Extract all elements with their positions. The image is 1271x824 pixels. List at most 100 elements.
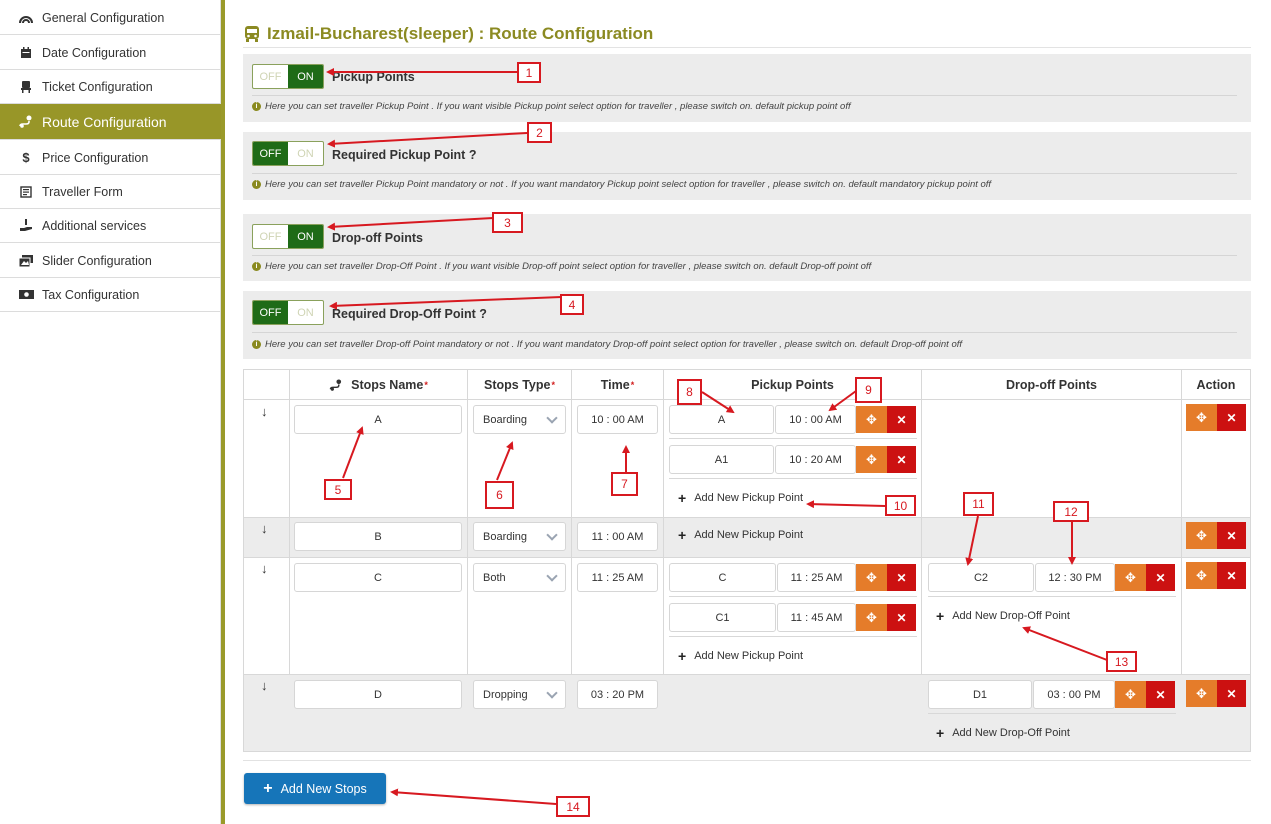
pickup-time-input[interactable]: 11 : 45 AM [777,603,856,632]
sidebar-item-general-configuration[interactable]: General Configuration [0,1,221,35]
move-down-icon[interactable]: ↓ [261,521,268,536]
required-pickup-toggle[interactable]: OFF ON [252,141,324,166]
header-time: Time * [572,370,664,400]
grid-line [289,400,290,674]
move-row-icon[interactable]: ✥ [1186,404,1217,431]
dropoff-time-input[interactable]: 12 : 30 PM [1035,563,1115,592]
sidebar-item-additional-services[interactable]: Additional services [0,209,221,243]
dropoff-name-input[interactable]: D1 [928,680,1032,709]
sidebar-item-slider-configuration[interactable]: Slider Configuration [0,244,221,278]
delete-icon[interactable]: ✕ [887,406,916,433]
delete-row-icon[interactable]: ✕ [1217,404,1246,431]
stop-type-select[interactable]: Both [473,563,566,592]
pickup-name-input[interactable]: C [669,563,776,592]
annotation-label: 8 [677,379,702,405]
move-icon[interactable]: ✥ [856,564,887,591]
move-icon[interactable]: ✥ [1115,681,1146,708]
header-empty [244,370,290,400]
button-label: Add New Stops [280,781,367,796]
stop-time-input[interactable]: 11 : 25 AM [577,563,658,592]
stop-type-select[interactable]: Boarding [473,405,566,434]
select-value: Boarding [483,530,528,543]
stop-time-input[interactable]: 11 : 00 AM [577,522,658,551]
annotation-label: 7 [611,472,638,496]
header-label: Stops Type [484,377,551,392]
move-row-icon[interactable]: ✥ [1186,562,1217,589]
seat-icon [18,80,34,94]
select-value: Both [483,571,506,584]
pickup-points-toggle[interactable]: OFF ON [252,64,324,89]
delete-icon[interactable]: ✕ [887,564,916,591]
sidebar-item-label: General Configuration [42,10,165,25]
dropoff-points-toggle[interactable]: OFF ON [252,224,324,249]
sidebar-item-label: Slider Configuration [42,253,152,268]
required-dropoff-toggle[interactable]: OFF ON [252,300,324,325]
sidebar-item-date-configuration[interactable]: Date Configuration [0,36,221,70]
move-icon[interactable]: ✥ [856,604,887,631]
delete-icon[interactable]: ✕ [1146,564,1175,591]
stop-time-input[interactable]: 03 : 20 PM [577,680,658,709]
bus-icon [243,25,261,43]
toggle-on-label: ON [288,65,323,88]
form-icon [18,185,34,199]
divider [252,255,1237,256]
dropoff-name-input[interactable]: C2 [928,563,1034,592]
annotation-label: 2 [527,122,552,143]
pickup-name-input[interactable]: A [669,405,774,434]
divider [252,173,1237,174]
move-icon[interactable]: ✥ [856,406,887,433]
sidebar-item-tax-configuration[interactable]: Tax Configuration [0,278,221,312]
required-pickup-label: Required Pickup Point ? [332,148,477,162]
stop-name-input[interactable]: B [294,522,462,551]
pickup-time-input[interactable]: 10 : 00 AM [775,405,856,434]
sidebar-item-label: Route Configuration [42,113,167,130]
stop-name-input[interactable]: A [294,405,462,434]
required-mark: * [630,379,635,390]
rainbow-icon [18,11,34,25]
pickup-time-input[interactable]: 10 : 20 AM [775,445,856,474]
move-icon[interactable]: ✥ [856,446,887,473]
toggle-on-label: ON [297,147,314,160]
delete-icon[interactable]: ✕ [1146,681,1175,708]
header-dropoff-points: Drop-off Points [922,370,1182,400]
add-pickup-point-link[interactable]: + Add New Pickup Point [678,490,803,506]
stop-name-input[interactable]: C [294,563,462,592]
move-row-icon[interactable]: ✥ [1186,680,1217,707]
stop-time-input[interactable]: 10 : 00 AM [577,405,658,434]
delete-row-icon[interactable]: ✕ [1217,562,1246,589]
sidebar-item-route-configuration[interactable]: Route Configuration [0,104,221,140]
sidebar-item-price-configuration[interactable]: $ Price Configuration [0,141,221,175]
annotation-label: 9 [855,377,882,403]
header-label: Time [600,377,630,392]
grid-line [244,517,1250,518]
move-icon[interactable]: ✥ [1115,564,1146,591]
delete-row-icon[interactable]: ✕ [1217,680,1246,707]
sidebar-item-traveller-form[interactable]: Traveller Form [0,175,221,209]
move-down-icon[interactable]: ↓ [261,561,268,576]
add-new-stops-button[interactable]: + Add New Stops [244,773,386,804]
add-pickup-point-link[interactable]: + Add New Pickup Point [678,648,803,664]
delete-row-icon[interactable]: ✕ [1217,522,1246,549]
plus-icon: + [678,527,687,543]
stop-type-select[interactable]: Boarding [473,522,566,551]
move-down-icon[interactable]: ↓ [261,678,268,693]
pickup-name-input[interactable]: C1 [669,603,776,632]
move-down-icon[interactable]: ↓ [261,404,268,419]
dropoff-time-input[interactable]: 03 : 00 PM [1033,680,1115,709]
stop-type-select[interactable]: Dropping [473,680,566,709]
pickup-time-input[interactable]: 11 : 25 AM [777,563,856,592]
pickup-name-input[interactable]: A1 [669,445,774,474]
add-dropoff-point-link[interactable]: + Add New Drop-Off Point [936,608,1070,624]
add-dropoff-point-link[interactable]: + Add New Drop-Off Point [936,725,1070,741]
plus-icon: + [936,725,945,741]
header-stops-type: Stops Type * [468,370,572,400]
sidebar-item-ticket-configuration[interactable]: Ticket Configuration [0,70,221,104]
pickup-points-panel: OFF ON Pickup Points i Here you can set … [243,54,1251,122]
header-label: Stops Name [351,377,424,392]
add-pickup-point-link[interactable]: + Add New Pickup Point [678,527,803,543]
page-header: Izmail-Bucharest(sleeper) : Route Config… [243,20,1251,48]
move-row-icon[interactable]: ✥ [1186,522,1217,549]
stop-name-input[interactable]: D [294,680,462,709]
delete-icon[interactable]: ✕ [887,446,916,473]
delete-icon[interactable]: ✕ [887,604,916,631]
